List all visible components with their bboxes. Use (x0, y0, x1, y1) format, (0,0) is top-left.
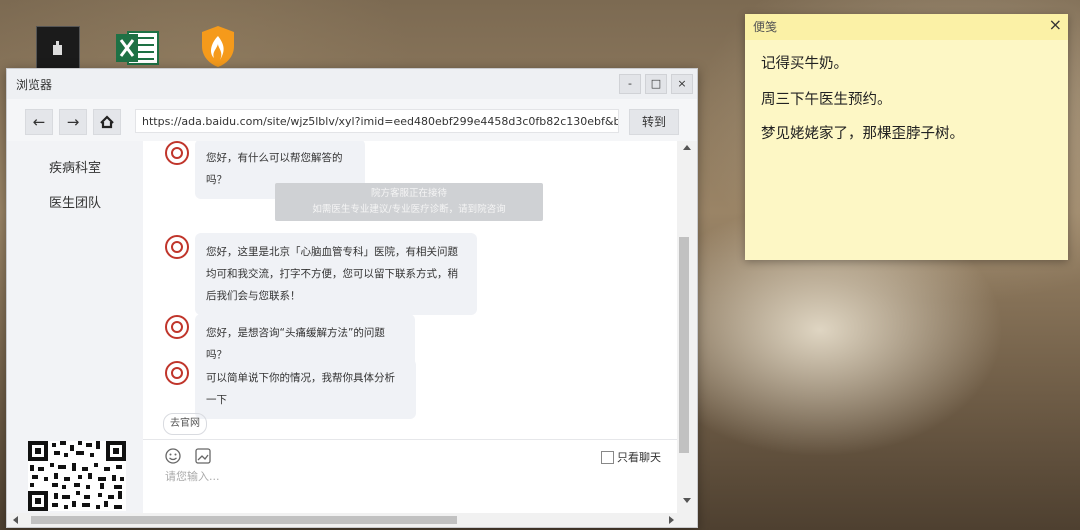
address-bar[interactable]: https://ada.baidu.com/site/wjz5lblv/xyl?… (135, 109, 619, 133)
maximize-button[interactable]: □ (645, 74, 667, 94)
browser-window: 浏览器 - □ × ← → https://ada.baidu.com/site… (6, 68, 698, 528)
note-close-button[interactable]: × (1049, 15, 1062, 34)
hand-icon (53, 41, 62, 55)
note-line: 记得买牛奶。 (761, 56, 848, 72)
page-sidebar: 疾病科室 医生团队 (7, 141, 143, 527)
title-bar: 浏览器 - □ × (7, 69, 697, 99)
security-logo (202, 26, 234, 67)
emoji-icon[interactable] (164, 447, 182, 465)
excel-icon[interactable] (114, 26, 159, 70)
scroll-up-arrow[interactable] (683, 145, 691, 150)
message-input[interactable]: 请您输入... (165, 468, 220, 484)
notice-line: 如需医生专业建议/专业医疗诊断，请到院咨询 (312, 204, 506, 215)
scroll-thumb[interactable] (679, 237, 689, 453)
back-button[interactable]: ← (25, 109, 53, 135)
note-line: 梦见姥姥家了，那棵歪脖子树。 (761, 126, 964, 142)
horizontal-scrollbar[interactable] (7, 513, 697, 527)
sidebar-item-departments[interactable]: 疾病科室 (7, 157, 143, 176)
qr-code (28, 441, 126, 511)
service-notice: 院方客服正在接待 如需医生专业建议/专业医疗诊断，请到院咨询 (275, 183, 543, 221)
official-site-tag[interactable]: 去官网 (163, 413, 207, 435)
shield-flame-icon[interactable] (198, 24, 242, 68)
chat-panel: 您好，有什么可以帮您解答的吗？ 院方客服正在接待 如需医生专业建议/专业医疗诊断… (143, 141, 677, 527)
sidebar-item-doctors[interactable]: 医生团队 (7, 192, 143, 211)
hospital-avatar (165, 361, 189, 385)
note-line: 周三下午医生预约。 (761, 92, 892, 108)
scroll-left-arrow[interactable] (13, 516, 18, 524)
close-button[interactable]: × (671, 74, 693, 94)
only-chat-checkbox[interactable] (601, 451, 614, 464)
chat-message: 您好，这里是北京「心脑血管专科」医院，有相关问题均可和我交流，打字不方便，您可以… (195, 233, 477, 315)
vertical-scrollbar[interactable] (677, 141, 697, 527)
hospital-avatar (165, 315, 189, 339)
excel-logo (116, 31, 159, 65)
sticky-note[interactable]: 便笺 × 记得买牛奶。 周三下午医生预约。 梦见姥姥家了，那棵歪脖子树。 (745, 14, 1068, 260)
navigation-toolbar: ← → https://ada.baidu.com/site/wjz5lblv/… (7, 99, 697, 141)
hospital-avatar (165, 235, 189, 259)
notice-line: 院方客服正在接待 (370, 188, 447, 199)
scroll-down-arrow[interactable] (683, 498, 691, 503)
go-button[interactable]: 转到 (629, 109, 679, 135)
page-content: 疾病科室 医生团队 您好，有什么可以帮您解答的吗？ 院方客服正在接待 如需医生专… (7, 141, 697, 527)
home-icon (100, 115, 114, 129)
note-header: 便笺 × (745, 14, 1068, 40)
note-title: 便笺 (753, 20, 778, 34)
hospital-avatar (165, 141, 189, 165)
window-title: 浏览器 (16, 77, 53, 92)
divider (143, 439, 677, 440)
h-scroll-thumb[interactable] (31, 516, 457, 524)
chat-message: 可以简单说下你的情况，我帮你具体分析一下 (195, 359, 416, 419)
image-icon[interactable] (194, 447, 212, 465)
app-icon-dark[interactable] (36, 26, 80, 70)
only-chat-label: 只看聊天 (617, 451, 661, 464)
minimize-button[interactable]: - (619, 74, 641, 94)
home-button[interactable] (93, 109, 121, 135)
forward-button[interactable]: → (59, 109, 87, 135)
scroll-right-arrow[interactable] (669, 516, 674, 524)
